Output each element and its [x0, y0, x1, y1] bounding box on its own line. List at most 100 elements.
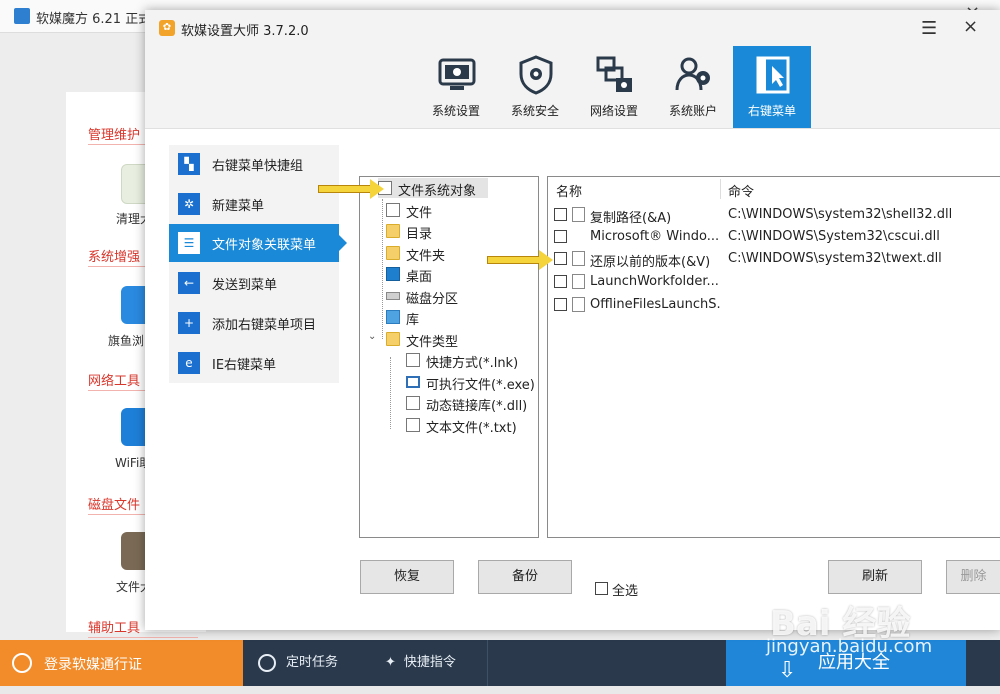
- dll-file-icon: [406, 396, 420, 410]
- table-row[interactable]: Microsoft® Windo... C:\WINDOWS\System32\…: [548, 226, 1000, 248]
- tab-system-security[interactable]: 系统安全: [496, 46, 574, 128]
- clock-icon: [258, 653, 276, 672]
- disk-icon: [386, 292, 400, 300]
- divider: [88, 637, 198, 638]
- file-icon: [572, 251, 585, 266]
- tile-label: 旗鱼浏: [108, 334, 145, 348]
- login-button[interactable]: 登录软媒通行证: [0, 640, 243, 686]
- shortcut-label: 快捷指令: [403, 655, 456, 670]
- tree-node-label: 文件类型: [406, 335, 459, 350]
- arrow-head: [539, 250, 553, 270]
- folder-icon: [386, 224, 400, 238]
- tree-node-label: 文本文件(*.txt): [426, 421, 517, 436]
- table-row[interactable]: LaunchWorkfolder...: [548, 271, 1000, 293]
- row-checkbox[interactable]: [554, 230, 567, 243]
- select-all-label: 全选: [612, 584, 639, 599]
- row-command: C:\WINDOWS\System32\cscui.dll: [728, 229, 940, 244]
- menu-item-list[interactable]: 名称 命令 复制路径(&A) C:\WINDOWS\system32\shell…: [547, 176, 1000, 538]
- tab-context-menu[interactable]: 右键菜单: [733, 46, 811, 128]
- sidebar-item-label: 添加右键菜单项目: [212, 318, 317, 333]
- send-arrow-icon: ←: [178, 272, 200, 294]
- running-man-icon: ✦: [385, 655, 396, 670]
- column-header-command[interactable]: 命令: [728, 181, 754, 200]
- table-row[interactable]: 还原以前的版本(&V) C:\WINDOWS\system32\twext.dl…: [548, 248, 1000, 270]
- sidebar-item-add-menu-item[interactable]: + 添加右键菜单项目: [169, 304, 339, 342]
- row-checkbox[interactable]: [554, 275, 567, 288]
- tree-node-label: 快捷方式(*.lnk): [426, 356, 519, 371]
- window-icon: [406, 376, 420, 388]
- user-icon: [12, 653, 32, 673]
- settings-monitor-icon: [436, 54, 478, 96]
- ie-icon: e: [178, 352, 200, 374]
- shortcut-command-button[interactable]: ✦ 快捷指令: [385, 640, 456, 686]
- column-header-name[interactable]: 名称: [556, 181, 582, 200]
- row-name: OfflineFilesLaunchS...: [590, 297, 720, 312]
- tab-label: 系统安全: [510, 104, 559, 118]
- timer-task-button[interactable]: 定时任务: [258, 640, 338, 686]
- section-title: 网络工具: [88, 374, 141, 389]
- table-row[interactable]: 复制路径(&A) C:\WINDOWS\system32\shell32.dll: [548, 204, 1000, 226]
- sidebar-item-send-to-menu[interactable]: ← 发送到菜单: [169, 264, 339, 302]
- tree-node-label: 动态链接库(*.dll): [426, 399, 528, 414]
- context-menu-sidebar: ▚ 右键菜单快捷组 ✲ 新建菜单 ☰ 文件对象关联菜单 ← 发送到菜单 + 添加…: [169, 145, 347, 383]
- file-icon: [572, 207, 585, 222]
- desktop-icon: [386, 267, 400, 281]
- tree-node-label: 桌面: [406, 270, 433, 285]
- refresh-button[interactable]: 刷新: [828, 560, 922, 594]
- list-icon: ☰: [178, 232, 200, 254]
- main-toolbar: 系统设置 系统安全 网络设置 系统账户 右键菜单: [145, 46, 1000, 129]
- sidebar-item-new-menu[interactable]: ✲ 新建菜单: [169, 185, 339, 223]
- tree-node-label: 文件: [406, 206, 433, 221]
- network-icon: [594, 54, 636, 96]
- row-checkbox[interactable]: [554, 298, 567, 311]
- sidebar-item-label: 发送到菜单: [212, 278, 278, 293]
- tree-node-label: 目录: [406, 227, 433, 242]
- divider: [487, 640, 488, 686]
- file-icon: [572, 297, 585, 312]
- row-command: C:\WINDOWS\system32\twext.dll: [728, 251, 942, 266]
- dialog-titlebar[interactable]: ✿ 软媒设置大师 3.7.2.0 ☰ ×: [145, 10, 1000, 46]
- app-logo-icon: [14, 8, 30, 24]
- menu-icon[interactable]: ☰: [921, 18, 937, 39]
- close-icon[interactable]: ×: [963, 16, 978, 37]
- tab-label: 系统账户: [668, 104, 717, 118]
- tree-node-label: 库: [406, 313, 420, 328]
- tree-node-file-system-objects[interactable]: 文件系统对象: [378, 178, 488, 199]
- new-icon: ✲: [178, 193, 200, 215]
- sidebar-item-label: 新建菜单: [212, 199, 265, 214]
- row-checkbox[interactable]: [554, 208, 567, 221]
- plus-icon: +: [178, 312, 200, 334]
- section-title: 系统增强: [88, 250, 141, 265]
- section-title: 磁盘文件: [88, 498, 141, 513]
- arrow-shaft: [487, 256, 541, 264]
- tab-label: 网络设置: [589, 104, 638, 118]
- backup-button[interactable]: 备份: [478, 560, 572, 594]
- cursor-icon: [752, 54, 794, 96]
- row-checkbox[interactable]: [554, 252, 567, 265]
- library-icon: [386, 310, 400, 324]
- column-separator[interactable]: [720, 179, 721, 199]
- sidebar-item-file-object-menu[interactable]: ☰ 文件对象关联菜单: [169, 224, 347, 262]
- checkbox-box[interactable]: [595, 582, 608, 595]
- gear-logo-icon: ✿: [159, 20, 175, 36]
- sidebar-item-shortcut-group[interactable]: ▚ 右键菜单快捷组: [169, 145, 339, 183]
- table-row[interactable]: OfflineFilesLaunchS...: [548, 294, 1000, 316]
- blank-icon: [572, 229, 585, 244]
- tree-node-label: 文件系统对象: [398, 184, 477, 199]
- chevron-down-icon[interactable]: ⌄: [368, 331, 376, 342]
- row-name: LaunchWorkfolder...: [590, 274, 719, 289]
- tab-system-settings[interactable]: 系统设置: [417, 46, 495, 128]
- delete-button[interactable]: 删除: [946, 560, 1000, 594]
- watermark-url: jingyan.baidu.com: [766, 636, 933, 657]
- tree-node-label: 可执行文件(*.exe): [426, 378, 535, 393]
- restore-button[interactable]: 恢复: [360, 560, 454, 594]
- sidebar-item-ie-menu[interactable]: e IE右键菜单: [169, 344, 339, 382]
- folder-icon: [386, 332, 400, 346]
- tab-network-settings[interactable]: 网络设置: [575, 46, 653, 128]
- file-type-tree[interactable]: 文件系统对象 文件 目录 文件夹 桌面 磁盘分区 库 ⌄ 文件类型 快捷方式(*…: [359, 176, 539, 538]
- shortcut-file-icon: [406, 353, 420, 367]
- tab-system-accounts[interactable]: 系统账户: [654, 46, 732, 128]
- file-icon: [572, 274, 585, 289]
- sidebar-item-label: IE右键菜单: [212, 358, 277, 373]
- grid-icon: ▚: [178, 153, 200, 175]
